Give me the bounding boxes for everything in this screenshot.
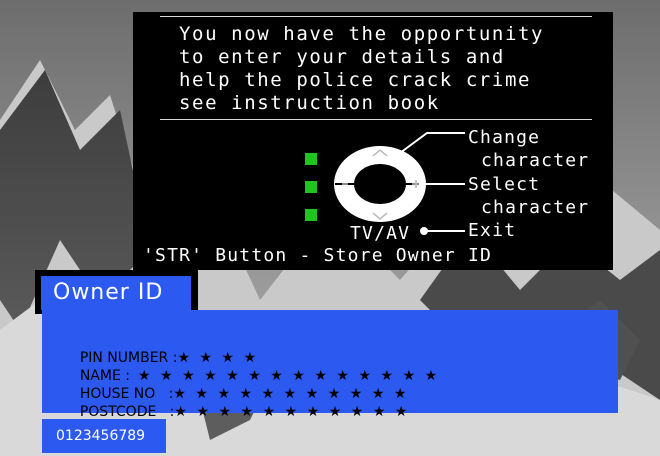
store-instruction: 'STR' Button - Store Owner ID — [143, 245, 493, 266]
info-panel: You now have the opportunity to enter yo… — [133, 12, 613, 270]
postcode-label: POSTCODE : — [79, 404, 175, 420]
label-tv-av: TV/AV — [350, 223, 411, 244]
label-change-character: character — [481, 150, 590, 171]
postcode-value: ★★★★★★★★★★★ — [174, 404, 417, 420]
label-select: Select — [468, 174, 541, 195]
label-exit: Exit — [468, 220, 517, 241]
character-selector[interactable]: 0123456789 — [42, 419, 166, 453]
label-change: Change — [468, 127, 541, 148]
owner-details-form: PIN NUMBER :★★★★ NAME : ★★★★★★★★★★★★★★ HO… — [42, 310, 618, 420]
remote-dpad-icon — [334, 146, 426, 222]
owner-id-tab: Owner ID — [35, 270, 198, 314]
label-select-character: character — [481, 197, 590, 218]
owner-id-title: Owner ID — [41, 276, 191, 310]
